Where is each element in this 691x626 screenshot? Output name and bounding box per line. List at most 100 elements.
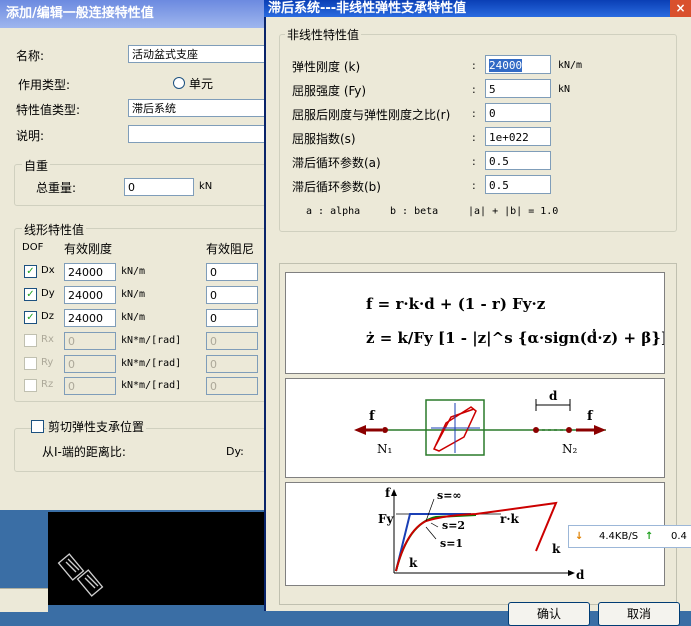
- dof-checkbox-rx[interactable]: [24, 334, 37, 347]
- bearing-graphic: f f d N₁ N₂: [354, 389, 606, 456]
- dof-checkbox-rz[interactable]: [24, 379, 37, 392]
- s-inf-label: s=∞: [437, 489, 462, 502]
- stiffness-unit-rz: kN*m/[rad]: [121, 380, 182, 391]
- param-input-4[interactable]: 0.5: [485, 151, 551, 170]
- dy-label: Dy:: [226, 445, 244, 458]
- distance-ratio-label: 从I-端的距离比:: [42, 445, 126, 459]
- damping-input-rz[interactable]: 0: [206, 377, 258, 395]
- param-value-4: 0.5: [489, 155, 509, 168]
- damping-input-ry[interactable]: 0: [206, 355, 258, 373]
- damping-input-dy[interactable]: 0: [206, 286, 258, 304]
- param-colon-5: :: [472, 179, 476, 192]
- param-value-2: 0: [489, 107, 496, 120]
- element-radio[interactable]: [173, 77, 185, 89]
- stiffness-input-rx[interactable]: 0: [64, 332, 116, 350]
- download-speed: 4.4KB/S: [599, 531, 639, 542]
- prop-type-label: 特性值类型:: [16, 103, 81, 117]
- param-value-0: 24000: [489, 59, 523, 72]
- sum-note: |a| + |b| = 1.0: [468, 206, 559, 217]
- param-value-5: 0.5: [489, 179, 509, 192]
- dof-header: DOF: [22, 242, 44, 253]
- ok-button[interactable]: 确认: [508, 602, 590, 626]
- stiffness-unit-ry: kN*m/[rad]: [121, 358, 182, 369]
- stiffness-input-dz[interactable]: 24000: [64, 309, 116, 327]
- name-label: 名称:: [16, 49, 45, 63]
- param-label-0: 弹性刚度 (k): [292, 60, 361, 74]
- total-weight-label: 总重量:: [36, 181, 77, 195]
- self-weight-caption: 自重: [22, 157, 51, 174]
- param-input-3[interactable]: 1e+022: [485, 127, 551, 146]
- download-arrow-icon: ↓: [575, 531, 584, 542]
- dof-label-dy: Dy: [41, 288, 55, 299]
- nonlinear-group-caption: 非线性特性值: [285, 26, 362, 43]
- prop-type-select[interactable]: 滞后系统: [128, 99, 266, 117]
- hysteretic-window-title: 滞后系统---非线性弹性支承特性值: [264, 0, 691, 17]
- param-value-1: 5: [489, 83, 496, 96]
- stiffness-input-dx[interactable]: 24000: [64, 263, 116, 281]
- total-weight-unit: kN: [199, 181, 213, 192]
- stiffness-unit-rx: kN*m/[rad]: [121, 335, 182, 346]
- param-colon-2: :: [472, 107, 476, 120]
- n1-label: N₁: [377, 442, 392, 456]
- damping-input-rx[interactable]: 0: [206, 332, 258, 350]
- upload-arrow-icon: ↑: [645, 531, 654, 542]
- stiffness-unit-dz: kN/m: [121, 312, 146, 323]
- d-axis-label: d: [576, 568, 585, 582]
- dof-checkbox-ry[interactable]: [24, 357, 37, 370]
- model-view[interactable]: [48, 512, 266, 605]
- stiffness-unit-dy: kN/m: [121, 289, 146, 300]
- element-radio-label: 单元: [189, 77, 214, 91]
- param-input-5[interactable]: 0.5: [485, 175, 551, 194]
- node-n1: [382, 427, 388, 433]
- close-button[interactable]: ×: [670, 0, 691, 17]
- dof-label-ry: Ry: [41, 357, 54, 368]
- k-initial-label: k: [409, 556, 418, 570]
- total-weight-input[interactable]: 0: [124, 178, 194, 196]
- eff-damping-header: 有效阻尼: [206, 242, 255, 256]
- param-label-5: 滞后循环参数(b): [292, 180, 381, 194]
- formula-graphic: f = r·k·d + (1 - r) Fy·z ż = k/Fy [1 - |…: [366, 295, 684, 347]
- damping-input-dz[interactable]: 0: [206, 309, 258, 327]
- param-colon-0: :: [472, 59, 476, 72]
- s2-label: s=2: [442, 519, 465, 532]
- dof-label-rz: Rz: [41, 379, 54, 390]
- s1-label: s=1: [440, 537, 463, 550]
- alpha-note: a : alpha: [306, 206, 361, 217]
- param-label-3: 屈服指数(s): [292, 132, 356, 146]
- shear-support-label: 剪切弹性支承位置: [46, 418, 147, 435]
- description-input[interactable]: [128, 125, 266, 143]
- dof-checkbox-dy[interactable]: ✓: [24, 288, 37, 301]
- action-type-label: 作用类型:: [18, 78, 71, 92]
- dof-label-dx: Dx: [41, 265, 55, 276]
- node-n2: [566, 427, 572, 433]
- param-unit-0: kN/m: [558, 60, 583, 71]
- param-input-0[interactable]: 24000: [485, 55, 551, 74]
- dof-checkbox-dz[interactable]: ✓: [24, 311, 37, 324]
- stiffness-input-rz[interactable]: 0: [64, 377, 116, 395]
- dof-label-rx: Rx: [41, 334, 54, 345]
- beta-note: b : beta: [390, 206, 439, 217]
- stiffness-unit-dx: kN/m: [121, 266, 146, 277]
- param-label-2: 屈服后刚度与弹性刚度之比(r): [292, 108, 451, 122]
- link-properties-title: 添加/编辑一般连接特性值: [0, 0, 266, 28]
- formula-line2: ż = k/Fy [1 - |z|^s {α·sign(ḋ·z) + β}] ḋ: [366, 328, 664, 347]
- eff-stiffness-header: 有效刚度: [64, 242, 113, 256]
- param-unit-1: kN: [558, 84, 571, 95]
- damping-input-dx[interactable]: 0: [206, 263, 258, 281]
- stiffness-input-ry[interactable]: 0: [64, 355, 116, 373]
- param-input-2[interactable]: 0: [485, 103, 551, 122]
- param-colon-3: :: [472, 131, 476, 144]
- param-colon-1: :: [472, 83, 476, 96]
- formula-box: f = r·k·d + (1 - r) Fy·z ż = k/Fy [1 - |…: [285, 272, 684, 374]
- stiffness-input-dy[interactable]: 24000: [64, 286, 116, 304]
- param-colon-4: :: [472, 155, 476, 168]
- shear-support-checkbox[interactable]: [31, 420, 44, 433]
- dof-checkbox-dx[interactable]: ✓: [24, 265, 37, 278]
- param-input-1[interactable]: 5: [485, 79, 551, 98]
- name-input[interactable]: 活动盆式支座: [128, 45, 266, 63]
- right-f-label: f: [587, 409, 594, 424]
- description-label: 说明:: [16, 129, 45, 143]
- cancel-button[interactable]: 取消: [598, 602, 680, 626]
- dof-label-dz: Dz: [41, 311, 54, 322]
- param-label-4: 滞后循环参数(a): [292, 156, 381, 170]
